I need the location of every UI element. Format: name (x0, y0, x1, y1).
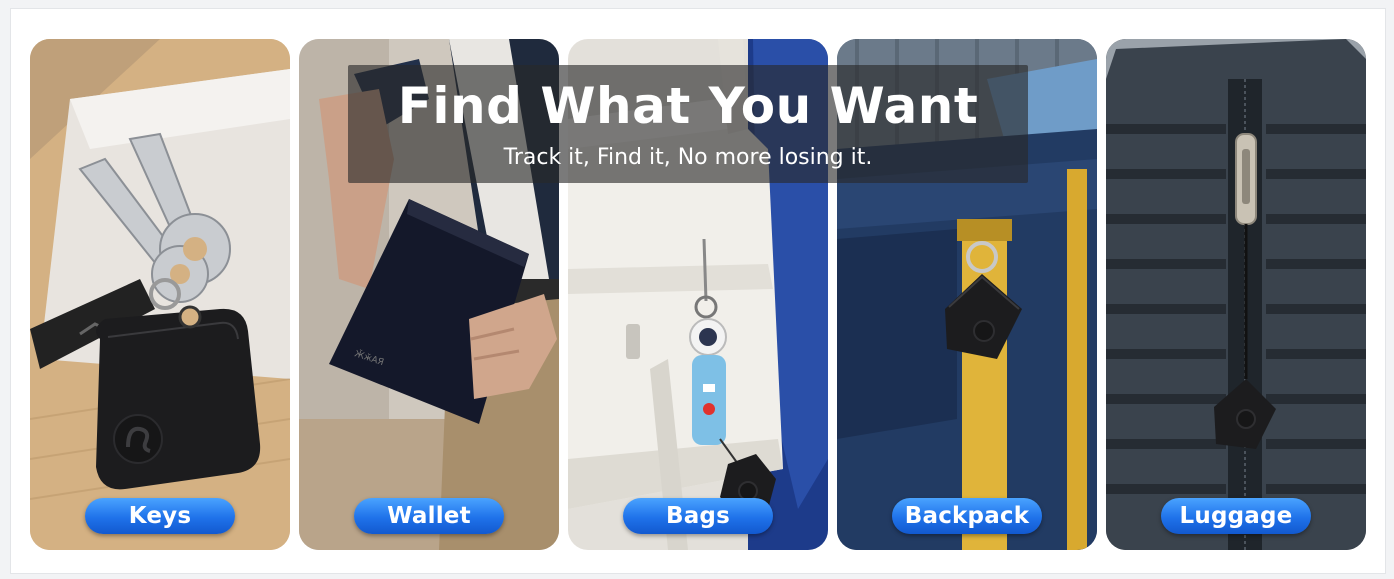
panel-keys: Keys (30, 39, 290, 550)
label-wallet: Wallet (354, 498, 504, 534)
panel-luggage: Luggage (1106, 39, 1366, 550)
label-keys: Keys (85, 498, 235, 534)
tagline: Track it, Find it, No more losing it. (503, 145, 873, 170)
headline: Find What You Want (397, 77, 979, 135)
label-backpack: Backpack (892, 498, 1042, 534)
suitcase-zipper-with-tracker-photo (1106, 39, 1366, 550)
label-bags: Bags (623, 498, 773, 534)
label-luggage: Luggage (1161, 498, 1311, 534)
keys-with-tracker-photo (30, 39, 290, 550)
